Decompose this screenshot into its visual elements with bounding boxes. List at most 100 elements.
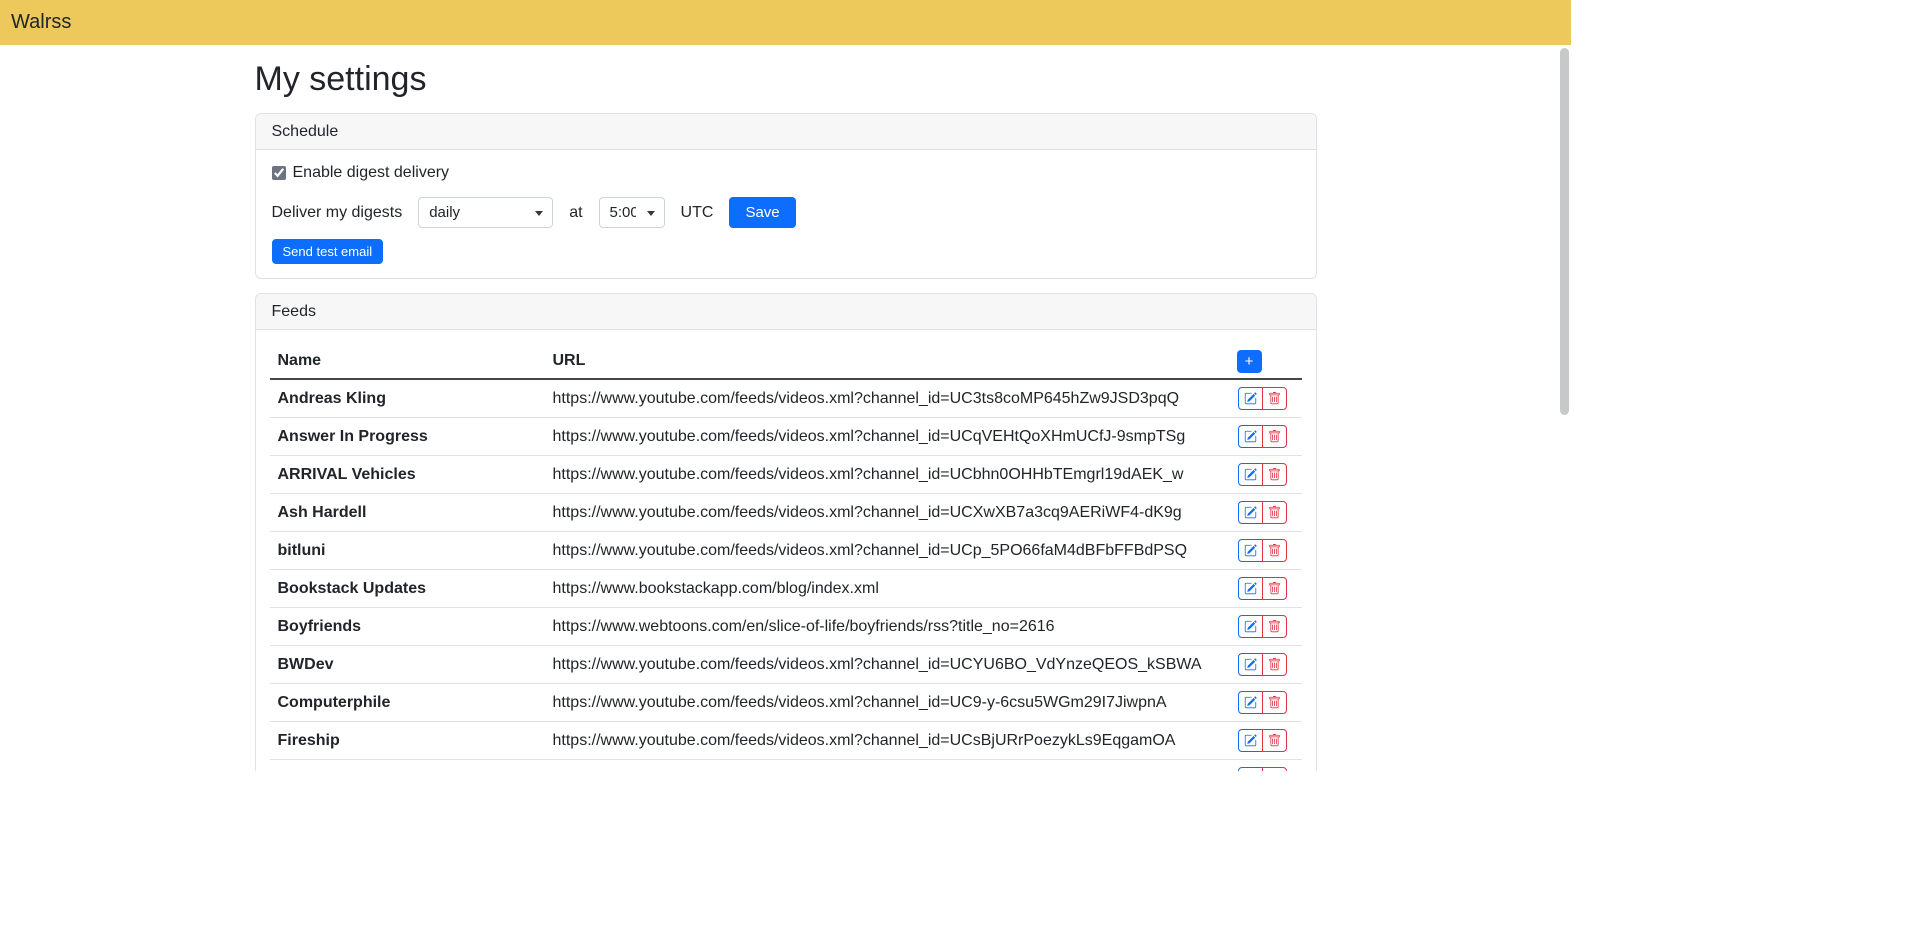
edit-feed-button[interactable] <box>1238 577 1263 600</box>
feed-action-group <box>1238 691 1287 714</box>
feed-name: Boyfriends <box>270 610 545 644</box>
feed-action-group <box>1238 615 1287 638</box>
feed-url: https://www.youtube.com/feeds/videos.xml… <box>545 648 1210 682</box>
edit-feed-button[interactable] <box>1238 653 1263 676</box>
feed-row: Fireship https://www.youtube.com/feeds/v… <box>270 722 1302 760</box>
at-label: at <box>569 204 582 222</box>
feed-action-group <box>1238 425 1287 448</box>
delete-feed-button[interactable] <box>1262 501 1287 524</box>
feed-name: Fireship <box>270 724 545 758</box>
app-brand[interactable]: Walrss <box>11 11 71 34</box>
delete-feed-button[interactable] <box>1262 691 1287 714</box>
frequency-select[interactable]: daily <box>418 197 553 228</box>
pencil-square-icon <box>1244 392 1257 405</box>
browser-viewport: Walrss My settings Schedule Enable diges… <box>0 0 1571 771</box>
time-select[interactable]: 5:00 <box>599 197 665 228</box>
edit-feed-button[interactable] <box>1238 767 1263 771</box>
trash-icon <box>1268 658 1281 671</box>
trash-icon <box>1268 430 1281 443</box>
delete-feed-button[interactable] <box>1262 463 1287 486</box>
add-feed-button[interactable]: + <box>1237 350 1262 373</box>
delivery-settings-row: Deliver my digests daily at 5:00 UTC Sav… <box>272 197 1300 228</box>
edit-feed-button[interactable] <box>1238 691 1263 714</box>
edit-feed-button[interactable] <box>1238 539 1263 562</box>
feed-name: Answer In Progress <box>270 420 545 454</box>
feed-name: Computerphile <box>270 686 545 720</box>
scrollbar[interactable] <box>1560 48 1569 415</box>
feeds-table: Name URL + Andreas Kling https://www.you… <box>270 344 1302 771</box>
trash-icon <box>1268 544 1281 557</box>
navbar: Walrss <box>0 0 1571 45</box>
feed-row: ARRIVAL Vehicles https://www.youtube.com… <box>270 456 1302 494</box>
feed-actions <box>1210 729 1302 752</box>
delete-feed-button[interactable] <box>1262 539 1287 562</box>
feed-actions <box>1210 463 1302 486</box>
feed-actions <box>1210 387 1302 410</box>
send-test-email-button[interactable]: Send test email <box>272 239 384 264</box>
feed-name: Go Time <box>270 762 545 771</box>
feed-row: BWDev https://www.youtube.com/feeds/vide… <box>270 646 1302 684</box>
edit-feed-button[interactable] <box>1238 501 1263 524</box>
feed-row: Andreas Kling https://www.youtube.com/fe… <box>270 380 1302 418</box>
pencil-square-icon <box>1244 658 1257 671</box>
feed-name: bitluni <box>270 534 545 568</box>
page-title: My settings <box>255 60 1317 99</box>
edit-feed-button[interactable] <box>1238 615 1263 638</box>
schedule-card-header: Schedule <box>256 114 1316 150</box>
column-header-actions: + <box>1210 350 1302 373</box>
feed-actions <box>1210 577 1302 600</box>
time-select-wrap: 5:00 <box>599 197 665 228</box>
feed-action-group <box>1238 577 1287 600</box>
edit-feed-button[interactable] <box>1238 463 1263 486</box>
feed-action-group <box>1238 653 1287 676</box>
edit-feed-button[interactable] <box>1238 387 1263 410</box>
utc-label: UTC <box>681 204 714 222</box>
pencil-square-icon <box>1244 696 1257 709</box>
feed-row: Go Time https://changelog.com/gotime/fee… <box>270 760 1302 771</box>
frequency-select-wrap: daily <box>418 197 553 228</box>
trash-icon <box>1268 506 1281 519</box>
schedule-card-body: Enable digest delivery Deliver my digest… <box>256 150 1316 278</box>
delete-feed-button[interactable] <box>1262 387 1287 410</box>
feed-url: https://www.youtube.com/feeds/videos.xml… <box>545 686 1210 720</box>
pencil-square-icon <box>1244 582 1257 595</box>
feed-row: Answer In Progress https://www.youtube.c… <box>270 418 1302 456</box>
feed-url: https://www.youtube.com/feeds/videos.xml… <box>545 534 1210 568</box>
feeds-card-body: Name URL + Andreas Kling https://www.you… <box>256 330 1316 771</box>
save-button[interactable]: Save <box>729 197 795 228</box>
feed-name: Andreas Kling <box>270 382 545 416</box>
feed-action-group <box>1238 463 1287 486</box>
enable-digest-row: Enable digest delivery <box>272 164 450 182</box>
digest-enable-checkbox[interactable] <box>272 166 286 180</box>
feed-row: Bookstack Updates https://www.bookstacka… <box>270 570 1302 608</box>
pencil-square-icon <box>1244 544 1257 557</box>
feed-row: Boyfriends https://www.webtoons.com/en/s… <box>270 608 1302 646</box>
feed-url: https://www.youtube.com/feeds/videos.xml… <box>545 458 1210 492</box>
column-header-name: Name <box>270 344 545 378</box>
trash-icon <box>1268 468 1281 481</box>
delete-feed-button[interactable] <box>1262 425 1287 448</box>
delete-feed-button[interactable] <box>1262 653 1287 676</box>
feed-url: https://www.youtube.com/feeds/videos.xml… <box>545 724 1210 758</box>
feed-action-group <box>1238 767 1287 771</box>
edit-feed-button[interactable] <box>1238 729 1263 752</box>
feed-row: bitluni https://www.youtube.com/feeds/vi… <box>270 532 1302 570</box>
feed-url: https://www.youtube.com/feeds/videos.xml… <box>545 420 1210 454</box>
delete-feed-button[interactable] <box>1262 577 1287 600</box>
feed-action-group <box>1238 729 1287 752</box>
feed-row: Ash Hardell https://www.youtube.com/feed… <box>270 494 1302 532</box>
feed-url: https://www.webtoons.com/en/slice-of-lif… <box>545 610 1210 644</box>
feed-name: Bookstack Updates <box>270 572 545 606</box>
delete-feed-button[interactable] <box>1262 615 1287 638</box>
column-header-url: URL <box>545 344 1210 378</box>
feed-name: BWDev <box>270 648 545 682</box>
feed-actions <box>1210 767 1302 771</box>
delete-feed-button[interactable] <box>1262 767 1287 771</box>
feeds-card-header: Feeds <box>256 294 1316 330</box>
feeds-card: Feeds Name URL + Andreas Kling https://w… <box>255 293 1317 771</box>
edit-feed-button[interactable] <box>1238 425 1263 448</box>
pencil-square-icon <box>1244 506 1257 519</box>
pencil-square-icon <box>1244 430 1257 443</box>
pencil-square-icon <box>1244 468 1257 481</box>
delete-feed-button[interactable] <box>1262 729 1287 752</box>
